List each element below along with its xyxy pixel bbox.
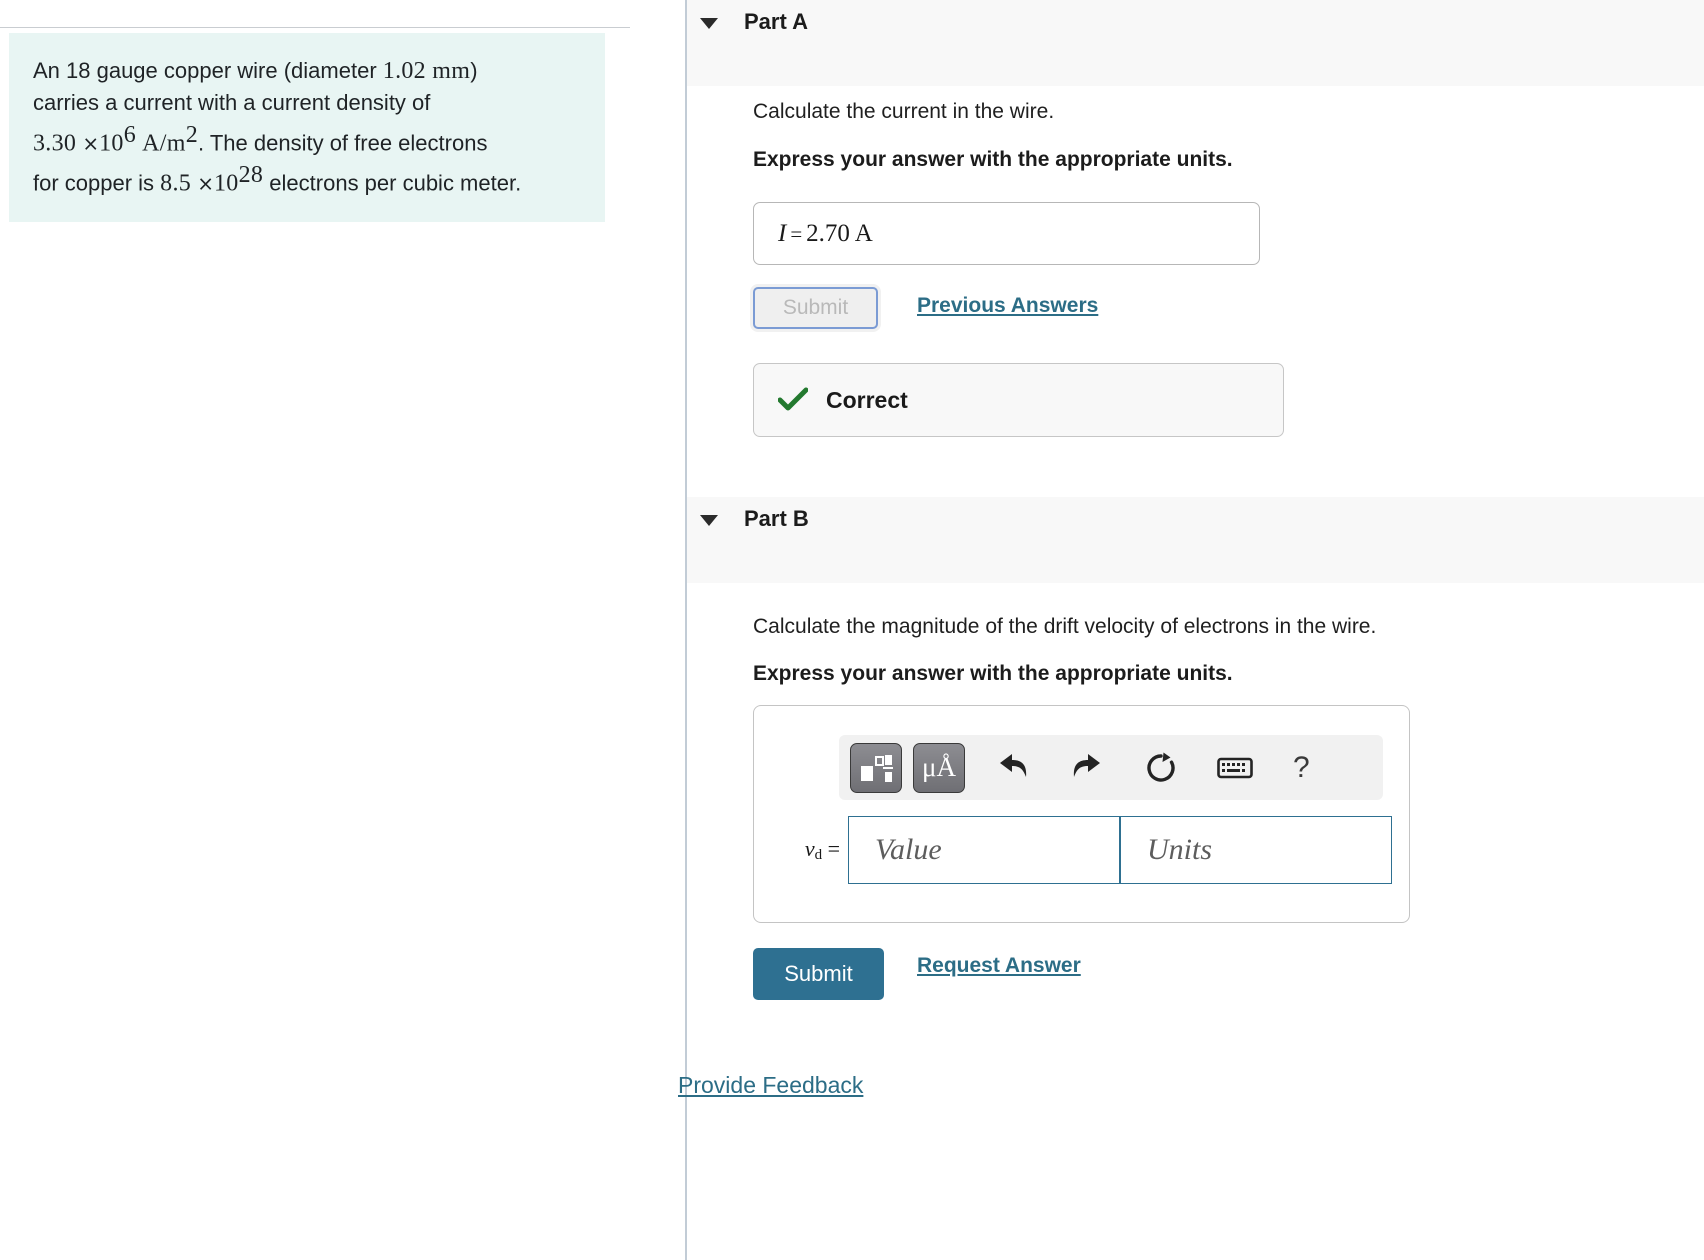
part-b-variable-label: vd = bbox=[778, 836, 840, 864]
electron-density-exponent: 28 bbox=[238, 162, 264, 189]
part-a-instruction: Express your answer with the appropriate… bbox=[753, 148, 1233, 171]
part-b-header[interactable]: Part B bbox=[687, 497, 1704, 583]
problem-panel: An 18 gauge copper wire (diameter 1.02 m… bbox=[0, 0, 685, 1260]
problem-line-2: carries a current with a current density… bbox=[33, 90, 431, 115]
part-b-instruction: Express your answer with the appropriate… bbox=[753, 662, 1233, 685]
chevron-down-icon[interactable] bbox=[700, 18, 718, 29]
part-b-label: Part B bbox=[744, 506, 809, 531]
part-b-prompt: Calculate the magnitude of the drift vel… bbox=[753, 615, 1377, 638]
provide-feedback-link[interactable]: Provide Feedback bbox=[678, 1072, 863, 1099]
part-a-answer-display: I = 2.70 A bbox=[753, 202, 1260, 265]
part-a-answer-value: 2.70 A bbox=[806, 219, 873, 247]
part-b-variable-equals: = bbox=[827, 836, 840, 861]
help-icon[interactable]: ? bbox=[1293, 751, 1310, 785]
electron-density-base: 10 bbox=[213, 170, 239, 197]
current-density-units: A/m bbox=[142, 130, 186, 157]
electron-density-value: 8.5 bbox=[160, 170, 192, 197]
electron-density-times: × bbox=[197, 171, 214, 196]
problem-diameter-value: 1.02 mm bbox=[382, 58, 471, 84]
part-a-header[interactable]: Part A bbox=[687, 0, 1704, 86]
part-b-submit-label: Submit bbox=[784, 961, 853, 986]
value-input[interactable]: Value bbox=[848, 816, 1120, 884]
unit-symbols-icon[interactable]: μÅ bbox=[913, 742, 965, 793]
part-b-answer-widget: μÅ ? vd = Value Units bbox=[753, 705, 1410, 923]
current-density-base: 10 bbox=[99, 130, 124, 157]
part-a-prompt: Calculate the current in the wire. bbox=[753, 100, 1055, 123]
current-density-value: 3.30 bbox=[33, 130, 77, 157]
units-input[interactable]: Units bbox=[1120, 816, 1392, 884]
part-a-label: Part A bbox=[744, 9, 808, 34]
part-a-submit-label: Submit bbox=[782, 296, 849, 319]
current-density-exponent: 6 bbox=[123, 122, 137, 148]
answer-panel: Part A Calculate the current in the wire… bbox=[678, 0, 1704, 1260]
problem-line-3-tail: . The density of free electrons bbox=[198, 130, 488, 156]
top-divider-rule bbox=[0, 27, 630, 28]
previous-answers-link[interactable]: Previous Answers bbox=[917, 294, 1098, 318]
check-icon bbox=[778, 387, 808, 413]
part-a-submit-button[interactable]: Submit bbox=[753, 287, 878, 329]
problem-line-4-tail: electrons per cubic meter. bbox=[263, 170, 522, 196]
part-a-answer-expression: I = 2.70 A bbox=[778, 220, 873, 248]
problem-line-1a: An 18 gauge copper wire (diameter bbox=[33, 58, 383, 83]
reset-icon[interactable] bbox=[1135, 743, 1187, 793]
part-b-variable-subscript: d bbox=[814, 847, 823, 863]
part-a-status-label: Correct bbox=[826, 386, 908, 413]
request-answer-link[interactable]: Request Answer bbox=[917, 954, 1081, 978]
problem-line-1b: ) bbox=[470, 58, 478, 83]
chevron-down-icon[interactable] bbox=[700, 515, 718, 526]
part-a-status-banner: Correct bbox=[753, 363, 1284, 437]
problem-line-4-head: for copper is bbox=[33, 170, 161, 196]
problem-statement: An 18 gauge copper wire (diameter 1.02 m… bbox=[9, 33, 605, 222]
template-chooser-icon[interactable] bbox=[850, 742, 902, 793]
current-density-units-exponent: 2 bbox=[185, 122, 199, 148]
undo-icon[interactable] bbox=[987, 743, 1039, 793]
part-a-answer-equals: = bbox=[790, 221, 803, 246]
current-density-times: × bbox=[82, 131, 100, 156]
part-b-variable-symbol: v bbox=[804, 836, 815, 861]
part-b-submit-button[interactable]: Submit bbox=[753, 948, 884, 1000]
math-toolbar: μÅ ? bbox=[839, 735, 1383, 800]
keyboard-icon[interactable] bbox=[1209, 743, 1261, 793]
redo-icon[interactable] bbox=[1061, 743, 1113, 793]
part-b-input-row: vd = Value Units bbox=[754, 814, 1411, 886]
